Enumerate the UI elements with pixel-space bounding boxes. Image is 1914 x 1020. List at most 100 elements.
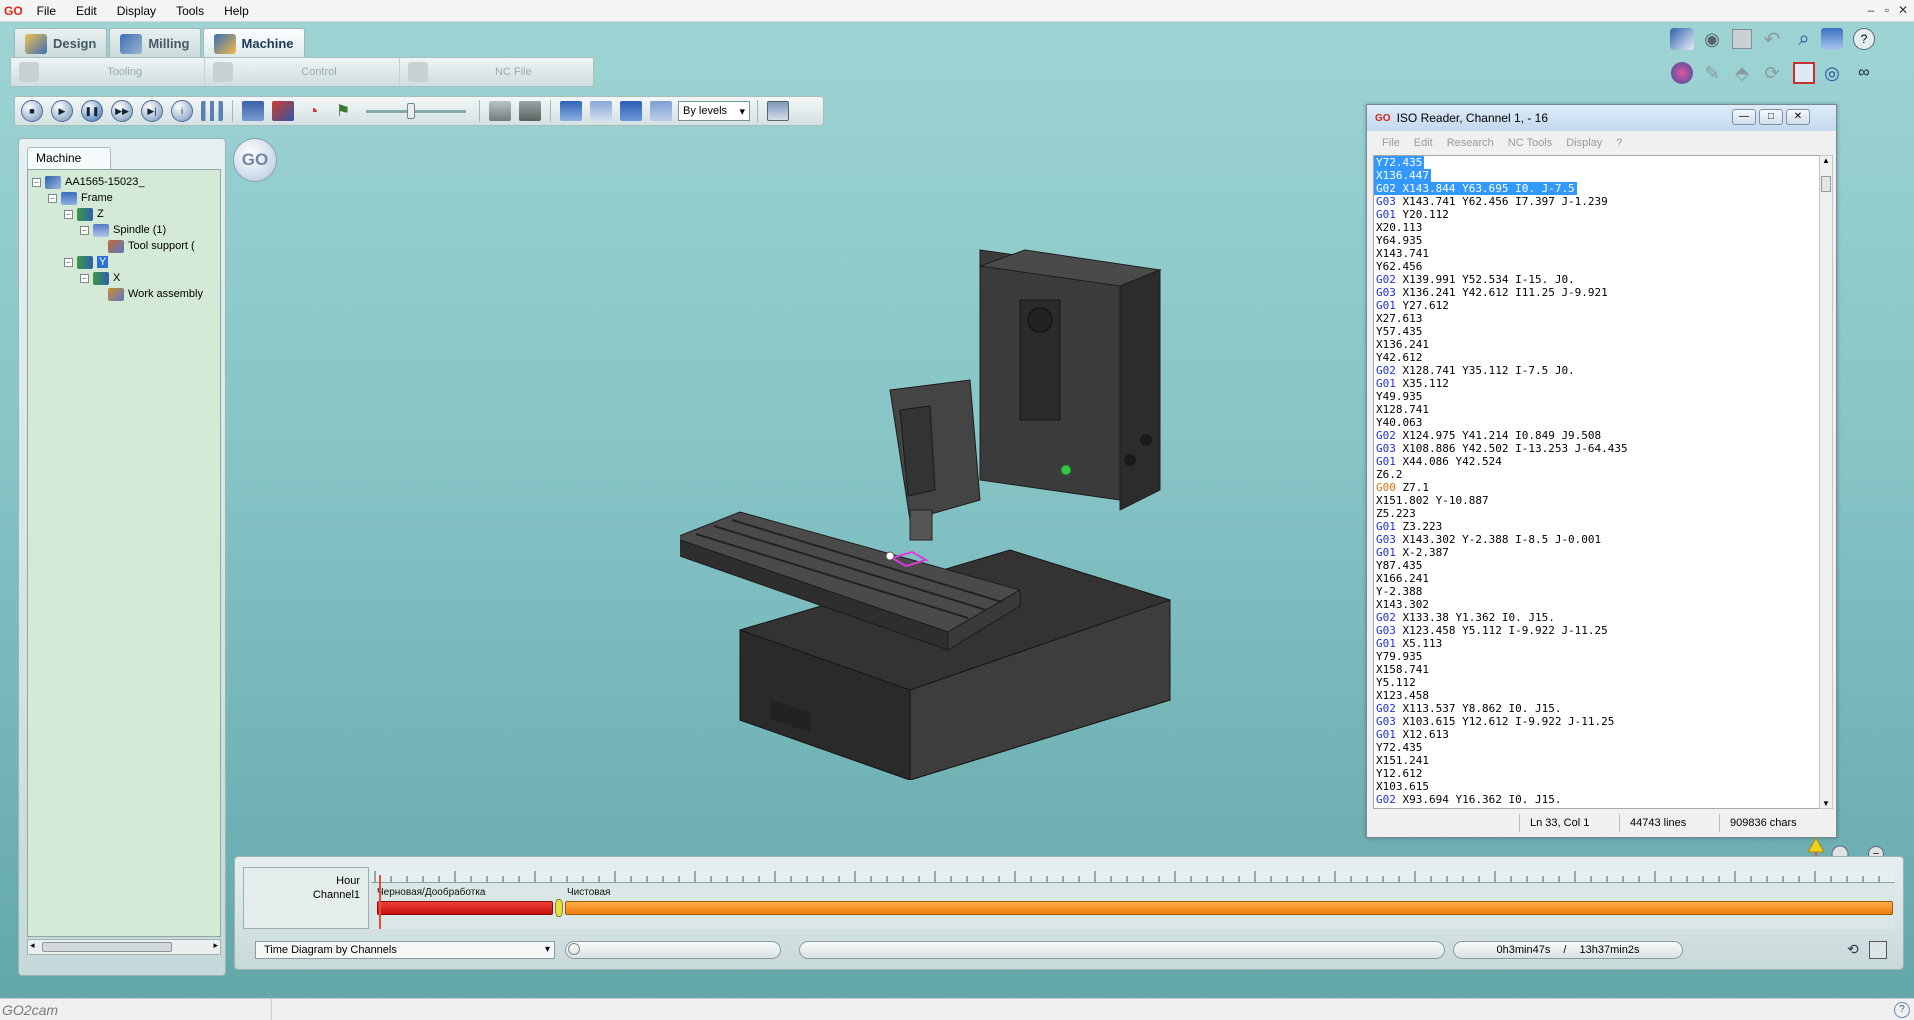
layer-ghost-button[interactable] [648, 99, 674, 123]
timeline-scroll-field[interactable] [565, 941, 781, 959]
glasses-icon[interactable]: ∞ [1850, 60, 1878, 86]
iso-menu-file[interactable]: File [1375, 137, 1407, 149]
tree-item-spindle[interactable]: − Spindle (1) [80, 222, 166, 238]
iso-restore-button[interactable]: □ [1759, 109, 1783, 125]
code-line[interactable]: G02 X143.844 Y63.695 I0. J-7.5 [1374, 182, 1824, 195]
tree-item-z[interactable]: − Z [64, 206, 104, 222]
collision-button[interactable] [270, 99, 296, 123]
collapse-icon[interactable]: − [64, 209, 73, 219]
rotate-icon[interactable]: ⟳ [1758, 60, 1786, 86]
kinematics-button[interactable] [588, 99, 614, 123]
iso-menu-nc-tools[interactable]: NC Tools [1501, 137, 1559, 149]
iso-close-button[interactable]: ✕ [1786, 109, 1810, 125]
code-line[interactable]: G02 X124.975 Y41.214 I0.849 J9.508 [1374, 429, 1824, 442]
code-line[interactable]: Y5.112 [1374, 676, 1824, 689]
tree-item-tool-support[interactable]: Tool support ( [108, 238, 195, 254]
tree-horizontal-scrollbar[interactable]: ◂ ▸ [27, 939, 221, 955]
collapse-icon[interactable]: − [80, 225, 89, 235]
code-line[interactable]: G02 X139.991 Y52.534 I-15. J0. [1374, 273, 1824, 286]
speed-slider[interactable] [366, 102, 466, 119]
speed-slider-thumb[interactable] [407, 102, 415, 119]
iso-menu-edit[interactable]: Edit [1407, 137, 1440, 149]
color-icon[interactable] [1668, 60, 1696, 86]
undo-icon[interactable]: ↶ [1758, 26, 1786, 52]
scroll-down-icon[interactable]: ▼ [1822, 799, 1830, 808]
timeline-cursor[interactable] [379, 875, 381, 929]
code-line[interactable]: Y87.435 [1374, 559, 1824, 572]
iso-menu-help[interactable]: ? [1609, 137, 1629, 149]
collapse-icon[interactable]: − [32, 177, 41, 187]
solid-view-button[interactable] [517, 99, 543, 123]
scrollbar-thumb[interactable] [1821, 176, 1831, 192]
code-line[interactable]: X128.741 [1374, 403, 1824, 416]
code-line[interactable]: Y72.435 [1374, 741, 1824, 754]
collapse-icon[interactable]: − [80, 273, 89, 283]
timeline-ruler[interactable] [371, 867, 1895, 883]
levels-select[interactable]: By levels ▾ [678, 101, 750, 121]
tab-machine[interactable]: Machine [202, 28, 305, 58]
menu-edit[interactable]: Edit [66, 0, 107, 22]
code-line[interactable]: Y57.435 [1374, 325, 1824, 338]
zoom-icon[interactable]: ⌕ [1790, 26, 1818, 52]
code-line[interactable]: G01 X-2.387 [1374, 546, 1824, 559]
display-mode-icon[interactable] [1668, 26, 1696, 52]
loop-icon[interactable]: ⟲ [1847, 941, 1867, 959]
menu-file[interactable]: File [27, 0, 66, 22]
fast-forward-button[interactable]: ▶▶ [109, 99, 135, 123]
scroll-up-icon[interactable]: ▲ [1822, 156, 1830, 165]
scroll-left-icon[interactable]: ◂ [30, 940, 35, 951]
phase-finish-bar[interactable] [565, 901, 1893, 915]
code-line[interactable]: Y72.435 [1374, 156, 1824, 169]
tool-view-button[interactable] [240, 99, 266, 123]
control-button[interactable]: Control [205, 58, 400, 86]
tool-path-icon[interactable]: ✎ [1698, 60, 1726, 86]
code-line[interactable]: G02 X93.694 Y16.362 I0. J15. [1374, 793, 1824, 806]
code-line[interactable]: Y64.935 [1374, 234, 1824, 247]
timeline-progress-field[interactable] [799, 941, 1445, 959]
pin-icon[interactable]: ⬘ [1728, 60, 1756, 86]
iso-code-editor[interactable]: Y72.435 X136.447 G02 X143.844 Y63.695 I0. … [1373, 155, 1825, 809]
code-line[interactable]: Y62.456 [1374, 260, 1824, 273]
accelerate-button[interactable]: ⚑ [330, 99, 356, 123]
nc-file-button[interactable]: NC File [400, 58, 593, 86]
layer-view-button[interactable] [618, 99, 644, 123]
code-line[interactable]: X151.241 [1374, 754, 1824, 767]
tree-item-x[interactable]: − X [80, 270, 120, 286]
export-icon[interactable] [1869, 941, 1887, 959]
close-button[interactable]: ✕ [1894, 2, 1912, 20]
menu-display[interactable]: Display [107, 0, 166, 22]
save-view-icon[interactable] [1728, 26, 1756, 52]
help-icon[interactable]: ? [1850, 26, 1878, 52]
code-line[interactable]: G02 X133.38 Y1.362 I0. J15. [1374, 611, 1824, 624]
code-line[interactable]: G01 X35.112 [1374, 377, 1824, 390]
play-button[interactable]: ▶ [49, 99, 75, 123]
step-end-button[interactable]: ▶| [139, 99, 165, 123]
code-line[interactable]: G01 X5.113 [1374, 637, 1824, 650]
fit-view-icon[interactable] [1790, 60, 1818, 86]
code-line[interactable]: Z5.223 [1374, 507, 1824, 520]
tab-milling[interactable]: Milling [109, 28, 201, 58]
iso-menu-research[interactable]: Research [1440, 137, 1501, 149]
tree-item-frame[interactable]: − Frame [48, 190, 113, 206]
code-line[interactable]: Y42.612 [1374, 351, 1824, 364]
tooling-button[interactable]: Tooling [11, 58, 206, 86]
code-line[interactable]: G01 Z3.223 [1374, 520, 1824, 533]
code-line[interactable]: G01 Y27.612 [1374, 299, 1824, 312]
code-line[interactable]: X123.458 [1374, 689, 1824, 702]
pause-button[interactable]: ❚❚ [79, 99, 105, 123]
code-line[interactable]: X136.241 [1374, 338, 1824, 351]
code-line[interactable]: G03 X143.302 Y-2.388 I-8.5 J-0.001 [1374, 533, 1824, 546]
stop-button[interactable]: ■ [19, 99, 45, 123]
code-line[interactable]: X143.302 [1374, 598, 1824, 611]
tree-item-y[interactable]: − Y [64, 254, 109, 270]
menu-help[interactable]: Help [214, 0, 259, 22]
code-line[interactable]: X151.802 Y-10.887 [1374, 494, 1824, 507]
code-line[interactable]: Z6.2 [1374, 468, 1824, 481]
code-line[interactable]: Y49.935 [1374, 390, 1824, 403]
code-line[interactable]: G03 X123.458 Y5.112 I-9.922 J-11.25 [1374, 624, 1824, 637]
code-line[interactable]: Y-2.388 [1374, 585, 1824, 598]
code-line[interactable]: G03 X136.241 Y42.612 I11.25 J-9.921 [1374, 286, 1824, 299]
phase-transition-marker[interactable] [555, 899, 563, 917]
code-line[interactable]: G01 X12.613 [1374, 728, 1824, 741]
timeline-view-select[interactable]: Time Diagram by Channels ▾ [255, 941, 555, 959]
